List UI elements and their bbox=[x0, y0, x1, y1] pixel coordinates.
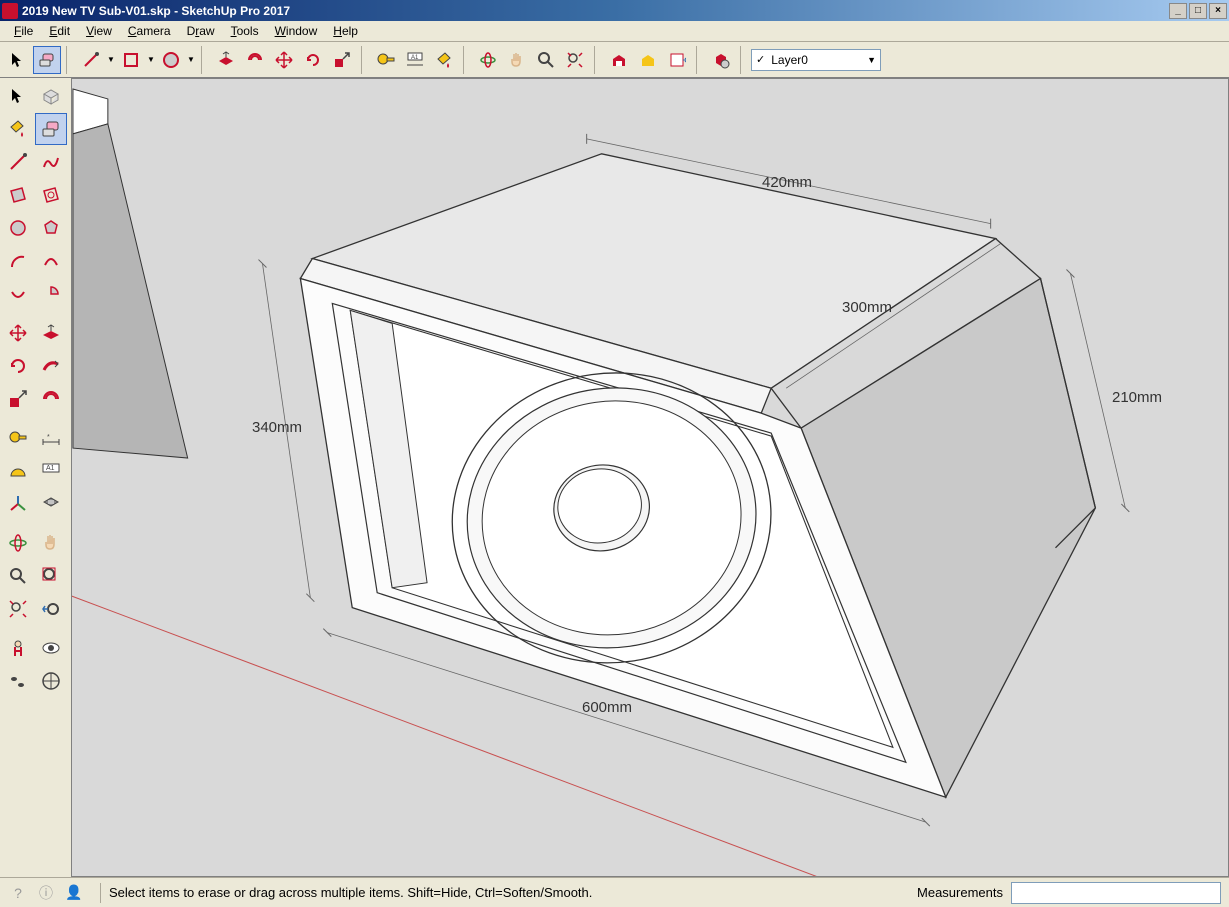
side-protractor-tool[interactable] bbox=[2, 455, 34, 487]
side-rotate-tool[interactable] bbox=[2, 350, 34, 382]
extmgr-tool[interactable] bbox=[707, 46, 735, 74]
menu-edit[interactable]: Edit bbox=[41, 22, 78, 40]
warehouse-3d-tool[interactable] bbox=[605, 46, 633, 74]
side-paint-tool[interactable] bbox=[2, 113, 34, 145]
info-icon[interactable]: ⓘ bbox=[36, 883, 56, 903]
menu-tools[interactable]: Tools bbox=[223, 22, 267, 40]
titlebar: 2019 New TV Sub-V01.skp - SketchUp Pro 2… bbox=[0, 0, 1229, 21]
offset-tool[interactable] bbox=[241, 46, 269, 74]
side-orbit-tool[interactable] bbox=[2, 527, 34, 559]
main-toolbar: ▼ ▼ ▼ A1 ✓ Layer0 ▼ bbox=[0, 42, 1229, 78]
side-scale-tool[interactable] bbox=[2, 383, 34, 415]
layer-name: Layer0 bbox=[771, 53, 808, 67]
line-dropdown[interactable]: ▼ bbox=[106, 46, 116, 74]
side-polygon-tool[interactable] bbox=[35, 212, 67, 244]
orbit-tool[interactable] bbox=[474, 46, 502, 74]
maximize-button[interactable]: □ bbox=[1189, 3, 1207, 19]
status-hint: Select items to erase or drag across mul… bbox=[109, 885, 592, 900]
user-icon[interactable]: 👤 bbox=[64, 883, 84, 903]
side-offset-tool[interactable] bbox=[35, 383, 67, 415]
side-axes-tool[interactable] bbox=[2, 488, 34, 520]
measurements-label: Measurements bbox=[917, 885, 1011, 900]
layer-visible-check: ✓ bbox=[756, 53, 765, 66]
menu-camera[interactable]: Camera bbox=[120, 22, 179, 40]
eraser-tool[interactable] bbox=[33, 46, 61, 74]
side-arc-tool[interactable] bbox=[2, 245, 34, 277]
menubar: File Edit View Camera Draw Tools Window … bbox=[0, 21, 1229, 42]
menu-window[interactable]: Window bbox=[267, 22, 326, 40]
window-title: 2019 New TV Sub-V01.skp - SketchUp Pro 2… bbox=[22, 4, 290, 18]
side-arc2-tool[interactable] bbox=[35, 245, 67, 277]
measurements-input[interactable] bbox=[1011, 882, 1221, 904]
side-model-info-tool[interactable] bbox=[35, 665, 67, 697]
svg-text:*: * bbox=[47, 434, 50, 441]
side-walk-tool[interactable] bbox=[2, 665, 34, 697]
zoom-tool[interactable] bbox=[532, 46, 560, 74]
layout-tool[interactable] bbox=[663, 46, 691, 74]
side-toolbar: * A1 bbox=[0, 78, 72, 877]
tape-tool[interactable] bbox=[372, 46, 400, 74]
layer-dropdown-icon: ▼ bbox=[867, 55, 876, 65]
side-zoomwin-tool[interactable] bbox=[35, 560, 67, 592]
pan-tool[interactable] bbox=[503, 46, 531, 74]
side-rectangle-tool[interactable] bbox=[2, 179, 34, 211]
line-tool[interactable] bbox=[77, 46, 105, 74]
layer-selector[interactable]: ✓ Layer0 ▼ bbox=[751, 49, 881, 71]
side-makecomponent-tool[interactable] bbox=[35, 80, 67, 112]
paint-tool[interactable] bbox=[430, 46, 458, 74]
viewport-3d[interactable]: 420mm 300mm 210mm 340mm 600mm bbox=[72, 78, 1229, 877]
side-eraser-tool[interactable] bbox=[35, 113, 67, 145]
side-pie-tool[interactable] bbox=[35, 278, 67, 310]
side-tape-tool[interactable] bbox=[2, 422, 34, 454]
side-pan-tool[interactable] bbox=[35, 527, 67, 559]
side-circle-tool[interactable] bbox=[2, 212, 34, 244]
move-tool[interactable] bbox=[270, 46, 298, 74]
help-icon[interactable]: ? bbox=[8, 883, 28, 903]
app-icon bbox=[2, 3, 18, 19]
side-zoomext-tool[interactable] bbox=[2, 593, 34, 625]
side-arc3-tool[interactable] bbox=[2, 278, 34, 310]
arcs-tool[interactable] bbox=[157, 46, 185, 74]
menu-file[interactable]: File bbox=[6, 22, 41, 40]
statusbar: ? ⓘ 👤 Select items to erase or drag acro… bbox=[0, 877, 1229, 907]
zoom-extents-tool[interactable] bbox=[561, 46, 589, 74]
svg-text:A1: A1 bbox=[411, 55, 419, 61]
minimize-button[interactable]: _ bbox=[1169, 3, 1187, 19]
pushpull-tool[interactable] bbox=[212, 46, 240, 74]
side-look-tool[interactable] bbox=[35, 632, 67, 664]
shapes-dropdown[interactable]: ▼ bbox=[146, 46, 156, 74]
shapes-tool[interactable] bbox=[117, 46, 145, 74]
close-button[interactable]: × bbox=[1209, 3, 1227, 19]
model-canvas bbox=[72, 79, 1228, 876]
side-line-tool[interactable] bbox=[2, 146, 34, 178]
warehouse-ext-tool[interactable] bbox=[634, 46, 662, 74]
side-section-tool[interactable] bbox=[35, 488, 67, 520]
menu-view[interactable]: View bbox=[78, 22, 120, 40]
scale-tool[interactable] bbox=[328, 46, 356, 74]
side-freehand-tool[interactable] bbox=[35, 146, 67, 178]
rotate-tool[interactable] bbox=[299, 46, 327, 74]
side-rotrect-tool[interactable] bbox=[35, 179, 67, 211]
dimension-tool[interactable]: A1 bbox=[401, 46, 429, 74]
side-prevview-tool[interactable] bbox=[35, 593, 67, 625]
menu-help[interactable]: Help bbox=[325, 22, 366, 40]
side-pushpull-tool[interactable] bbox=[35, 317, 67, 349]
side-followme-tool[interactable] bbox=[35, 350, 67, 382]
select-tool[interactable] bbox=[4, 46, 32, 74]
side-position-tool[interactable] bbox=[2, 632, 34, 664]
side-dimension-tool[interactable]: * bbox=[35, 422, 67, 454]
arcs-dropdown[interactable]: ▼ bbox=[186, 46, 196, 74]
side-move-tool[interactable] bbox=[2, 317, 34, 349]
side-select-tool[interactable] bbox=[2, 80, 34, 112]
side-text-tool[interactable]: A1 bbox=[35, 455, 67, 487]
menu-draw[interactable]: Draw bbox=[179, 22, 223, 40]
side-zoom-tool[interactable] bbox=[2, 560, 34, 592]
svg-text:A1: A1 bbox=[46, 465, 55, 472]
